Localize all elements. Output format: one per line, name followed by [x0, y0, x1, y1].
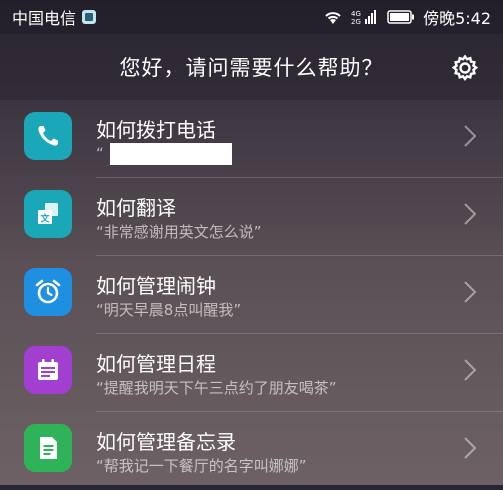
chevron-right-icon: [464, 437, 477, 459]
chevron-right-icon: [464, 125, 477, 147]
list-item-calendar[interactable]: 如何管理日程 “提醒我明天下午三点约了朋友喝茶”: [0, 334, 503, 412]
header: 您好，请问需要什么帮助？: [0, 34, 503, 100]
signal-label-4g: 4G: [351, 10, 361, 18]
status-right: 4G 2G 傍晚5:42: [323, 5, 491, 29]
item-subtitle: “帮我记一下餐厅的名字叫娜娜”: [96, 457, 307, 475]
status-bar: 中国电信 4G 2G 傍晚5:42: [0, 0, 503, 34]
item-title: 如何管理备忘录: [96, 430, 236, 454]
signal-label-2g: 2G: [351, 18, 361, 25]
chevron-right-icon: [464, 359, 477, 381]
list-item-memo[interactable]: 如何管理备忘录 “帮我记一下餐厅的名字叫娜娜”: [0, 412, 503, 490]
list-item-translate[interactable]: 文 如何翻译 “非常感谢用英文怎么说”: [0, 178, 503, 256]
chevron-right-icon: [464, 203, 477, 225]
carrier-badge-icon: [82, 10, 97, 24]
signal-icon: 4G 2G: [351, 9, 379, 25]
memo-icon: [24, 424, 72, 472]
battery-icon: [387, 10, 415, 24]
carrier-name: 中国电信: [12, 9, 77, 28]
page-title: 您好，请问需要什么帮助？: [119, 56, 384, 80]
item-subtitle: “明天早晨8点叫醒我”: [96, 301, 242, 319]
help-list: 如何拨打电话 “ 文 如何翻译 “非常感谢用英文怎么说” 如何管理闹钟 “明天早…: [0, 100, 503, 490]
item-title: 如何翻译: [96, 196, 176, 220]
item-title: 如何管理日程: [96, 352, 216, 376]
wifi-icon: [323, 9, 343, 25]
status-left: 中国电信: [12, 5, 97, 29]
alarm-icon: [24, 268, 72, 316]
item-subtitle: “提醒我明天下午三点约了朋友喝茶”: [96, 379, 337, 397]
svg-text:文: 文: [40, 213, 51, 225]
chevron-right-icon: [464, 281, 477, 303]
item-subtitle: “: [96, 143, 232, 165]
list-item-call[interactable]: 如何拨打电话 “: [0, 100, 503, 178]
status-time: 傍晚5:42: [423, 9, 491, 28]
gear-icon[interactable]: [451, 54, 479, 82]
phone-icon: [24, 112, 72, 160]
item-title: 如何拨打电话: [96, 118, 216, 142]
redaction-block: [109, 143, 232, 165]
item-title: 如何管理闹钟: [96, 274, 216, 298]
list-item-alarm[interactable]: 如何管理闹钟 “明天早晨8点叫醒我”: [0, 256, 503, 334]
calendar-icon: [24, 346, 72, 394]
item-subtitle-text: “: [96, 144, 104, 163]
translate-icon: 文: [24, 190, 72, 238]
item-subtitle: “非常感谢用英文怎么说”: [96, 223, 262, 241]
